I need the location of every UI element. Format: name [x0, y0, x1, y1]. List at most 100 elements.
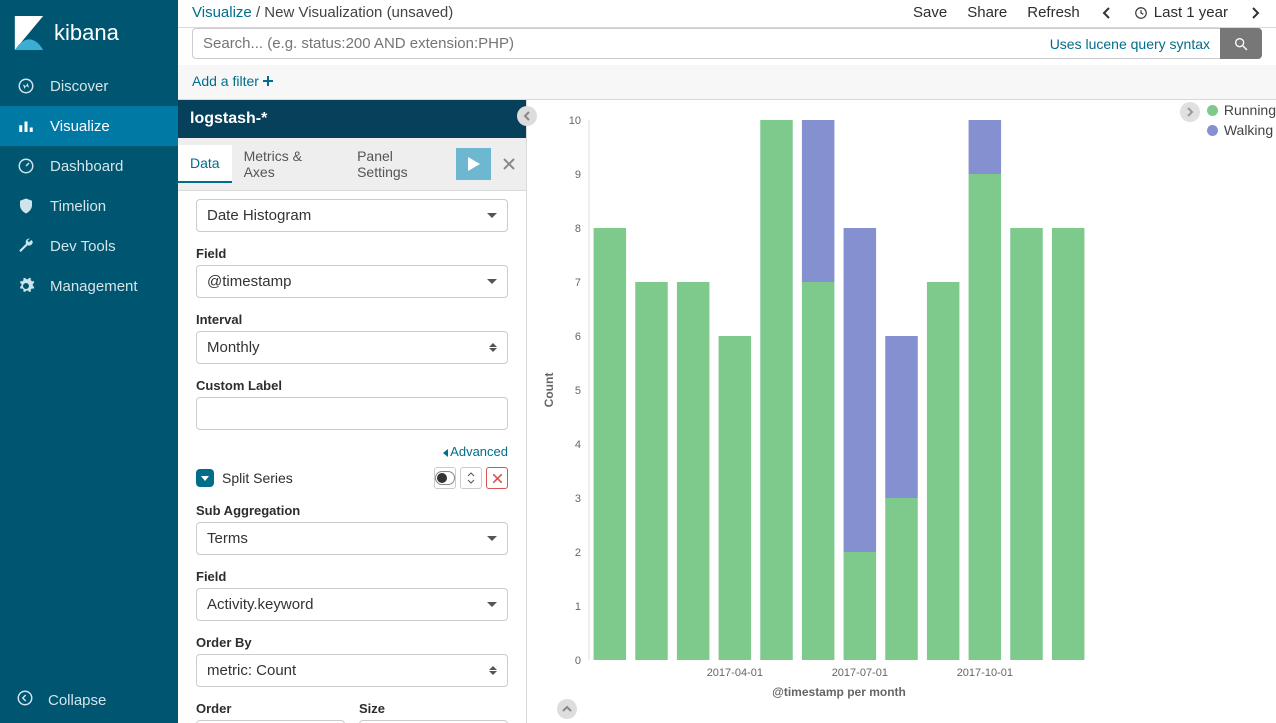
orderby-select[interactable]: metric: Count	[196, 654, 508, 687]
caret-left-icon	[443, 449, 448, 457]
chevron-down-icon	[487, 279, 497, 284]
interval-select[interactable]: Monthly	[196, 331, 508, 364]
discard-button[interactable]	[491, 148, 526, 180]
tab-panel-settings[interactable]: Panel Settings	[345, 138, 456, 190]
select-value: @timestamp	[207, 273, 291, 290]
breadcrumb-root[interactable]: Visualize	[192, 4, 252, 21]
chevron-down-icon	[487, 213, 497, 218]
collapse-label: Collapse	[48, 692, 106, 709]
share-button[interactable]: Share	[967, 4, 1007, 21]
sidebar-item-visualize[interactable]: Visualize	[0, 106, 178, 146]
sidebar-item-label: Dashboard	[50, 158, 123, 175]
split-field-select[interactable]: Activity.keyword	[196, 588, 508, 621]
svg-text:9: 9	[575, 169, 581, 181]
sidebar-item-label: Dev Tools	[50, 238, 116, 255]
sidebar-item-devtools[interactable]: Dev Tools	[0, 226, 178, 266]
svg-text:10: 10	[569, 115, 581, 127]
agg-enabled-toggle[interactable]	[434, 467, 456, 489]
chevron-down-icon	[201, 476, 209, 481]
config-body: Date Histogram Field @timestamp Interval…	[178, 191, 526, 723]
logo[interactable]: kibana	[0, 0, 178, 66]
time-next-button[interactable]	[1248, 6, 1262, 20]
sidebar-item-dashboard[interactable]: Dashboard	[0, 146, 178, 186]
sidebar-item-label: Discover	[50, 78, 108, 95]
breadcrumb-current: New Visualization (unsaved)	[264, 4, 453, 21]
breadcrumb-bar: Visualize / New Visualization (unsaved) …	[178, 0, 1276, 28]
search-input[interactable]	[203, 35, 1042, 52]
select-value: Monthly	[207, 339, 260, 356]
nav: Discover Visualize Dashboard Timelion De…	[0, 66, 178, 677]
brand-text: kibana	[54, 20, 119, 46]
svg-text:2017-04-01: 2017-04-01	[707, 667, 763, 679]
chart: 012345678910Count2017-04-012017-07-01201…	[539, 112, 1264, 719]
add-filter-label: Add a filter	[192, 73, 259, 89]
filter-row: Add a filter	[178, 65, 1276, 100]
chevron-right-icon	[1186, 107, 1194, 117]
close-icon	[503, 158, 515, 170]
svg-text:5: 5	[575, 385, 581, 397]
apply-button[interactable]	[456, 148, 491, 180]
add-filter-button[interactable]: Add a filter	[192, 73, 1262, 89]
tab-data[interactable]: Data	[178, 145, 232, 183]
subagg-select[interactable]: Terms	[196, 522, 508, 555]
sidebar-item-discover[interactable]: Discover	[0, 66, 178, 106]
config-tabs: Data Metrics & Axes Panel Settings	[178, 138, 526, 191]
sort-icon	[489, 666, 497, 675]
search-input-wrap: Uses lucene query syntax	[192, 28, 1220, 59]
svg-text:@timestamp per month: @timestamp per month	[772, 685, 906, 699]
chevron-down-icon	[487, 536, 497, 541]
split-field-label: Field	[196, 569, 508, 584]
split-series-title: Split Series	[222, 470, 426, 486]
svg-text:Count: Count	[542, 373, 556, 408]
svg-text:0: 0	[575, 655, 581, 667]
gear-icon	[16, 276, 36, 296]
field-select[interactable]: @timestamp	[196, 265, 508, 298]
save-button[interactable]: Save	[913, 4, 947, 21]
chevron-down-icon	[487, 602, 497, 607]
legend-item-walking[interactable]: Walking	[1207, 122, 1276, 138]
collapse-button[interactable]: Collapse	[0, 677, 178, 723]
sidebar-item-label: Timelion	[50, 198, 106, 215]
chart-svg: 012345678910Count2017-04-012017-07-01201…	[539, 112, 1099, 702]
svg-text:2017-10-01: 2017-10-01	[957, 667, 1013, 679]
plus-icon	[263, 76, 273, 86]
legend: Running Walking	[1207, 102, 1276, 142]
legend-item-running[interactable]: Running	[1207, 102, 1276, 118]
time-picker[interactable]: Last 1 year	[1134, 4, 1228, 21]
body: logstash-* Data Metrics & Axes Panel Set…	[178, 100, 1276, 723]
clock-icon	[1134, 6, 1148, 20]
legend-collapse-button[interactable]	[1180, 102, 1200, 122]
tab-metrics-axes[interactable]: Metrics & Axes	[232, 138, 346, 190]
agg-controls	[434, 467, 508, 489]
agg-drag-handle[interactable]	[460, 467, 482, 489]
custom-label-input[interactable]	[196, 397, 508, 430]
time-prev-button[interactable]	[1100, 6, 1114, 20]
agg-expand-button[interactable]	[196, 469, 214, 487]
sidebar: kibana Discover Visualize Dashboard Time…	[0, 0, 178, 723]
toggle-icon	[435, 471, 455, 485]
swatch-icon	[1207, 105, 1218, 116]
collapse-icon	[16, 689, 34, 711]
play-icon	[468, 157, 480, 171]
refresh-button[interactable]: Refresh	[1027, 4, 1080, 21]
agg-remove-button[interactable]	[486, 467, 508, 489]
sidebar-item-timelion[interactable]: Timelion	[0, 186, 178, 226]
swatch-icon	[1207, 125, 1218, 136]
dashboard-icon	[16, 156, 36, 176]
chart-bar-icon	[16, 116, 36, 136]
main: Visualize / New Visualization (unsaved) …	[178, 0, 1276, 723]
aggregation-type-select[interactable]: Date Histogram	[196, 199, 508, 232]
time-label: Last 1 year	[1154, 4, 1228, 21]
advanced-toggle[interactable]: Advanced	[196, 444, 508, 459]
split-series-header: Split Series	[196, 467, 508, 489]
kibana-logo-icon	[14, 16, 44, 50]
sidebar-item-label: Visualize	[50, 118, 110, 135]
index-pattern-title: logstash-*	[178, 100, 526, 138]
sort-icon	[489, 343, 497, 352]
lucene-hint[interactable]: Uses lucene query syntax	[1050, 36, 1210, 52]
sidebar-item-management[interactable]: Management	[0, 266, 178, 306]
search-button[interactable]	[1220, 28, 1262, 59]
config-panel: logstash-* Data Metrics & Axes Panel Set…	[178, 100, 527, 723]
collapse-panel-button[interactable]	[517, 106, 537, 126]
select-value: Date Histogram	[207, 207, 311, 224]
